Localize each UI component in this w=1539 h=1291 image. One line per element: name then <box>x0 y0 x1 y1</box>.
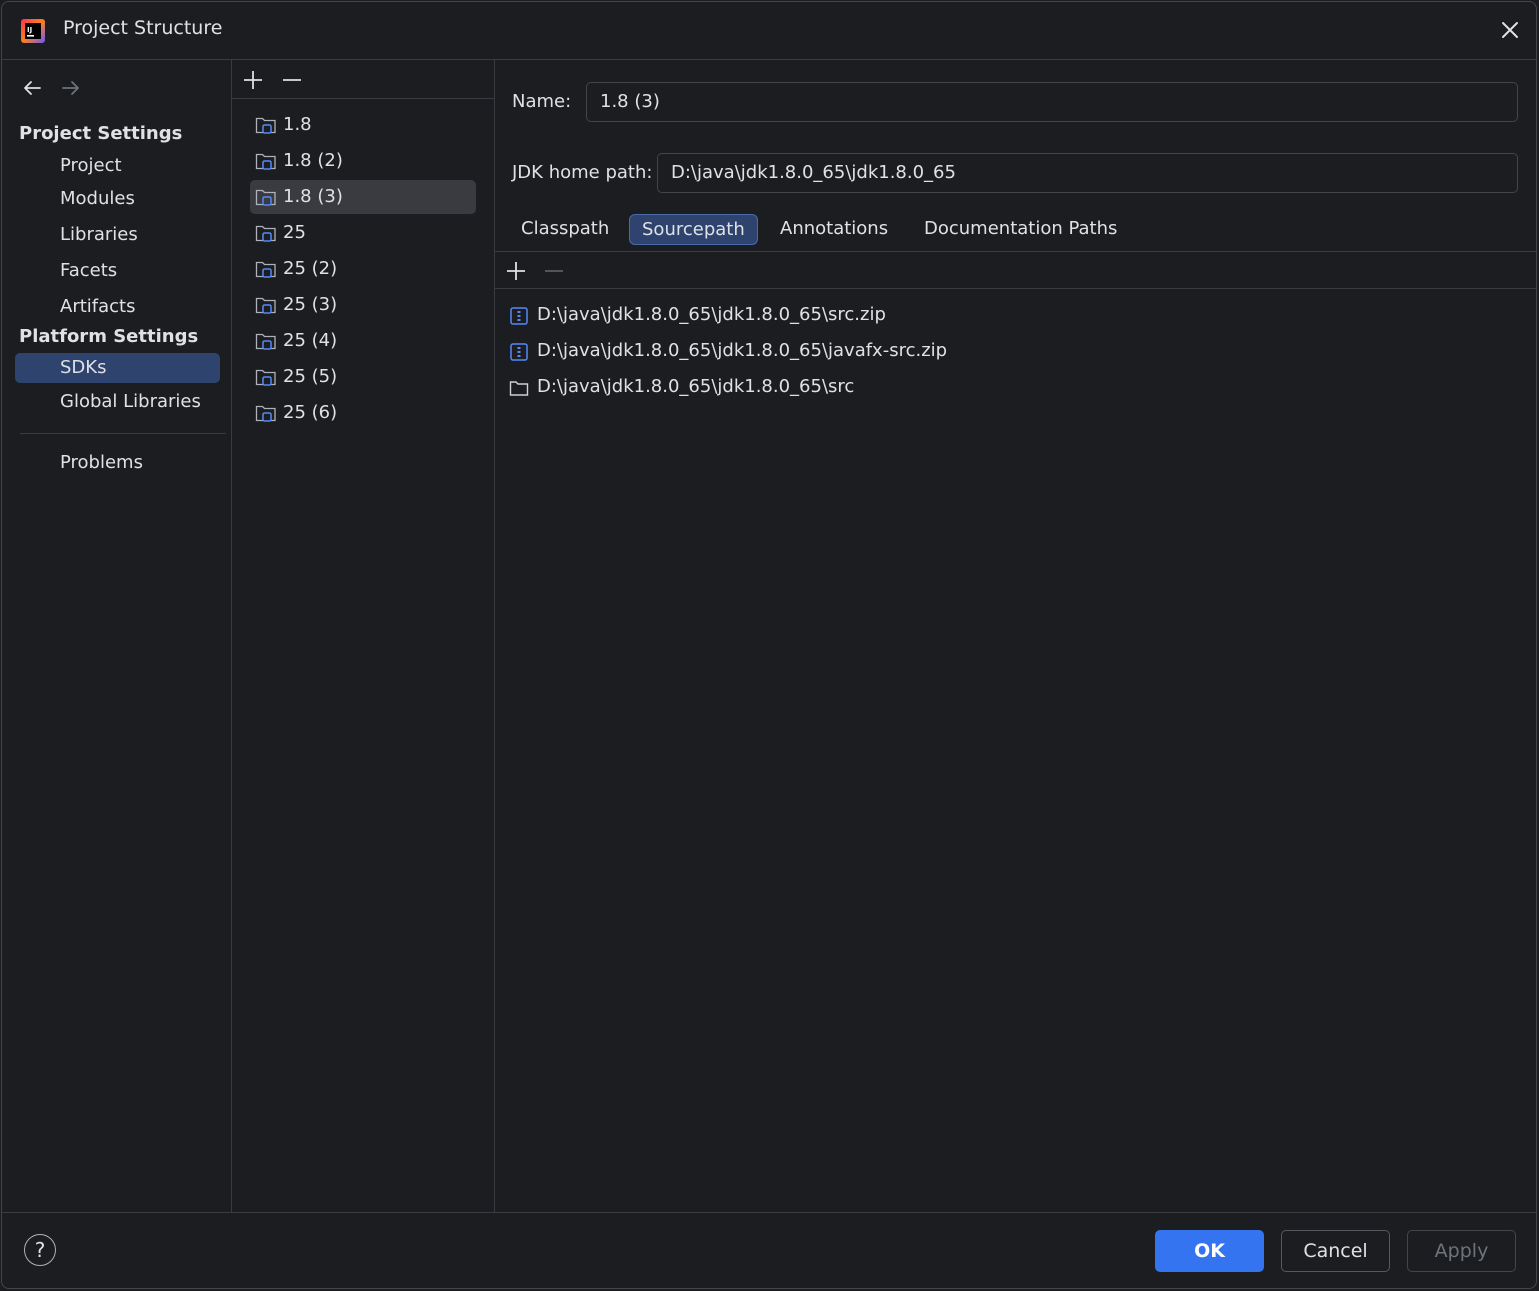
jdk-folder-icon <box>255 369 276 386</box>
name-label: Name: <box>512 91 572 112</box>
sdk-toolbar <box>232 60 494 99</box>
folder-icon <box>509 381 529 396</box>
nav-item-project[interactable]: Project <box>15 151 220 181</box>
name-input[interactable]: 1.8 (3) <box>586 82 1518 122</box>
forward-arrow-icon[interactable] <box>59 76 83 100</box>
jdk-home-path-label: JDK home path: <box>512 162 653 183</box>
archive-icon <box>510 307 528 325</box>
platform-settings-header: Platform Settings <box>19 326 199 347</box>
intellij-logo-icon: IJ <box>21 19 45 43</box>
sdk-item-label: 25 (4) <box>283 330 338 351</box>
archive-icon <box>510 343 528 361</box>
jdk-folder-icon <box>255 117 276 134</box>
sdk-item-label: 25 <box>283 222 306 243</box>
project-structure-dialog: IJ Project Structure Project Settings Pr… <box>1 1 1537 1289</box>
dialog-title: Project Structure <box>63 17 223 39</box>
sdk-list-panel: 1.8 1.8 (2) 1.8 (3) 25 25 (2) 25 (3) 25 … <box>232 60 495 1212</box>
jdk-folder-icon <box>255 333 276 350</box>
path-label: D:\java\jdk1.8.0_65\jdk1.8.0_65\javafx-s… <box>537 340 948 361</box>
sdk-item[interactable]: 25 <box>250 216 476 250</box>
close-icon[interactable] <box>1496 16 1524 44</box>
svg-text:IJ: IJ <box>27 26 32 34</box>
path-toolbar <box>495 251 1536 289</box>
project-settings-header: Project Settings <box>19 123 183 144</box>
jdk-folder-icon <box>255 189 276 206</box>
remove-sdk-icon[interactable] <box>280 68 304 92</box>
dialog-footer: ? OK Cancel Apply <box>2 1212 1536 1288</box>
path-label: D:\java\jdk1.8.0_65\jdk1.8.0_65\src.zip <box>537 304 886 325</box>
sdk-item-label: 1.8 (3) <box>283 186 343 207</box>
nav-item-modules[interactable]: Modules <box>15 184 220 214</box>
tab-sourcepath[interactable]: Sourcepath <box>629 214 758 245</box>
nav-item-libraries[interactable]: Libraries <box>15 220 220 250</box>
jdk-folder-icon <box>255 225 276 242</box>
jdk-folder-icon <box>255 297 276 314</box>
sdk-item[interactable]: 25 (2) <box>250 252 476 286</box>
nav-item-global-libraries[interactable]: Global Libraries <box>15 387 220 417</box>
add-path-icon[interactable] <box>504 259 528 283</box>
sdk-item-selected[interactable]: 1.8 (3) <box>250 180 476 214</box>
jdk-folder-icon <box>255 261 276 278</box>
remove-path-icon[interactable] <box>542 259 566 283</box>
sdk-item[interactable]: 25 (4) <box>250 324 476 358</box>
apply-button[interactable]: Apply <box>1407 1230 1516 1272</box>
ok-button[interactable]: OK <box>1155 1230 1264 1272</box>
sdk-item-label: 25 (2) <box>283 258 338 279</box>
path-label: D:\java\jdk1.8.0_65\jdk1.8.0_65\src <box>537 376 855 397</box>
cancel-button[interactable]: Cancel <box>1281 1230 1390 1272</box>
add-sdk-icon[interactable] <box>241 68 265 92</box>
nav-item-sdks[interactable]: SDKs <box>15 353 220 383</box>
sdk-item-label: 25 (3) <box>283 294 338 315</box>
sdk-item[interactable]: 25 (3) <box>250 288 476 322</box>
nav-item-problems[interactable]: Problems <box>15 448 220 478</box>
help-icon[interactable]: ? <box>24 1234 56 1266</box>
sdk-item-label: 25 (5) <box>283 366 338 387</box>
settings-navigation: Project Settings Project Modules Librari… <box>2 60 232 1212</box>
sdk-item[interactable]: 1.8 <box>250 108 476 142</box>
jdk-folder-icon <box>255 153 276 170</box>
jdk-home-path-input[interactable]: D:\java\jdk1.8.0_65\jdk1.8.0_65 <box>657 153 1518 193</box>
tab-annotations[interactable]: Annotations <box>768 214 900 245</box>
sdk-item[interactable]: 25 (5) <box>250 360 476 394</box>
nav-divider <box>20 433 226 434</box>
jdk-folder-icon <box>255 405 276 422</box>
sdk-detail-panel: Name: 1.8 (3) JDK home path: D:\java\jdk… <box>495 60 1536 1212</box>
sdk-item-label: 1.8 (2) <box>283 150 343 171</box>
sdk-item-label: 25 (6) <box>283 402 338 423</box>
tab-documentation-paths[interactable]: Documentation Paths <box>912 214 1129 245</box>
nav-item-facets[interactable]: Facets <box>15 256 220 286</box>
tab-classpath[interactable]: Classpath <box>509 214 621 245</box>
sdk-item[interactable]: 25 (6) <box>250 396 476 430</box>
sdk-item[interactable]: 1.8 (2) <box>250 144 476 178</box>
title-bar: IJ Project Structure <box>2 2 1536 60</box>
nav-item-artifacts[interactable]: Artifacts <box>15 292 220 322</box>
back-arrow-icon[interactable] <box>20 76 44 100</box>
sdk-item-label: 1.8 <box>283 114 312 135</box>
